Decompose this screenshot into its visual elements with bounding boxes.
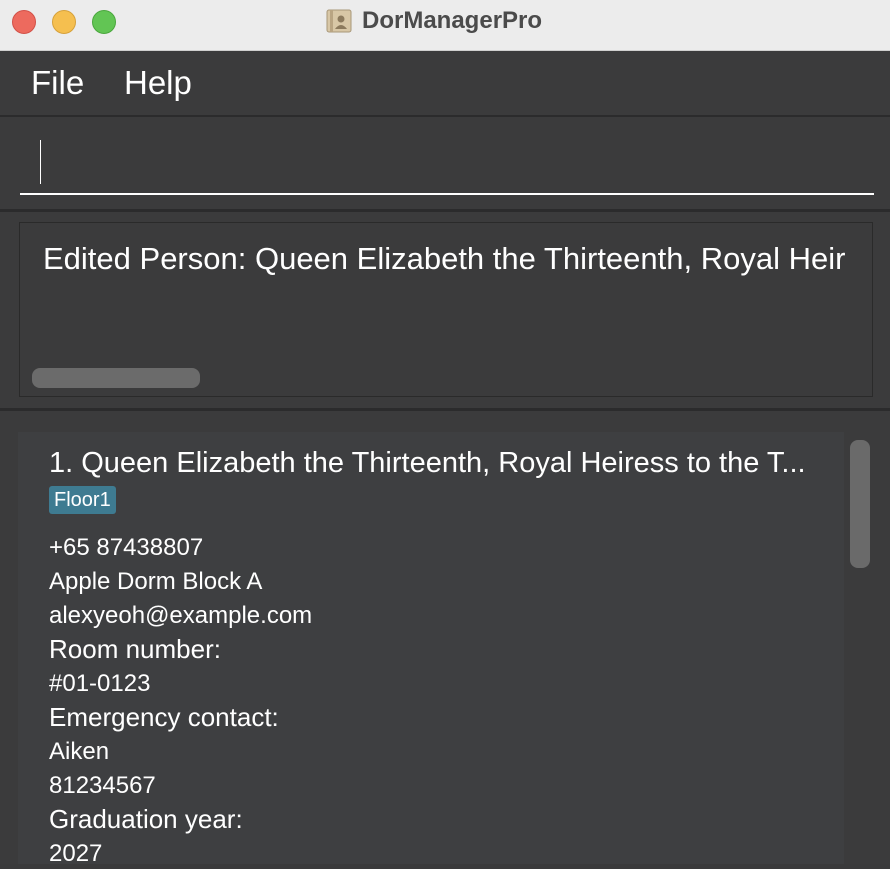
emergency-contact-label: Emergency contact:	[49, 702, 279, 732]
person-card[interactable]: 1. Queen Elizabeth the Thirteenth, Royal…	[18, 432, 844, 867]
person-email: alexyeoh@example.com	[49, 602, 313, 629]
menu-help[interactable]: Help	[124, 63, 192, 103]
text-cursor	[40, 140, 41, 184]
person-address: Apple Dorm Block A	[49, 568, 263, 595]
graduation-year-label: Graduation year:	[49, 804, 243, 834]
title-bar: DorManagerPro	[0, 0, 890, 51]
app-icon	[326, 9, 352, 33]
person-phone: +65 87438807	[49, 534, 204, 561]
command-box	[0, 117, 890, 212]
close-window-button[interactable]	[12, 10, 36, 34]
command-input[interactable]	[20, 135, 874, 195]
minimize-window-button[interactable]	[52, 10, 76, 34]
graduation-year: 2027	[49, 840, 103, 867]
vertical-scrollbar[interactable]	[850, 440, 870, 568]
person-name: 1. Queen Elizabeth the Thirteenth, Royal…	[49, 447, 806, 479]
emergency-contact-name: Aiken	[49, 738, 110, 765]
horizontal-scrollbar[interactable]	[32, 368, 200, 388]
menu-bar: File Help	[0, 51, 890, 117]
room-number: #01-0123	[49, 670, 151, 697]
tag-badge: Floor1	[49, 486, 116, 514]
maximize-window-button[interactable]	[92, 10, 116, 34]
result-panel: Edited Person: Queen Elizabeth the Thirt…	[0, 212, 890, 411]
room-number-label: Room number:	[49, 634, 221, 664]
result-message: Edited Person: Queen Elizabeth the Thirt…	[43, 241, 846, 276]
person-list-panel: 1. Queen Elizabeth the Thirteenth, Royal…	[0, 411, 890, 867]
result-display[interactable]: Edited Person: Queen Elizabeth the Thirt…	[19, 222, 873, 397]
menu-file[interactable]: File	[31, 63, 84, 103]
window-title: DorManagerPro	[362, 7, 543, 34]
emergency-contact-phone: 81234567	[49, 772, 156, 799]
